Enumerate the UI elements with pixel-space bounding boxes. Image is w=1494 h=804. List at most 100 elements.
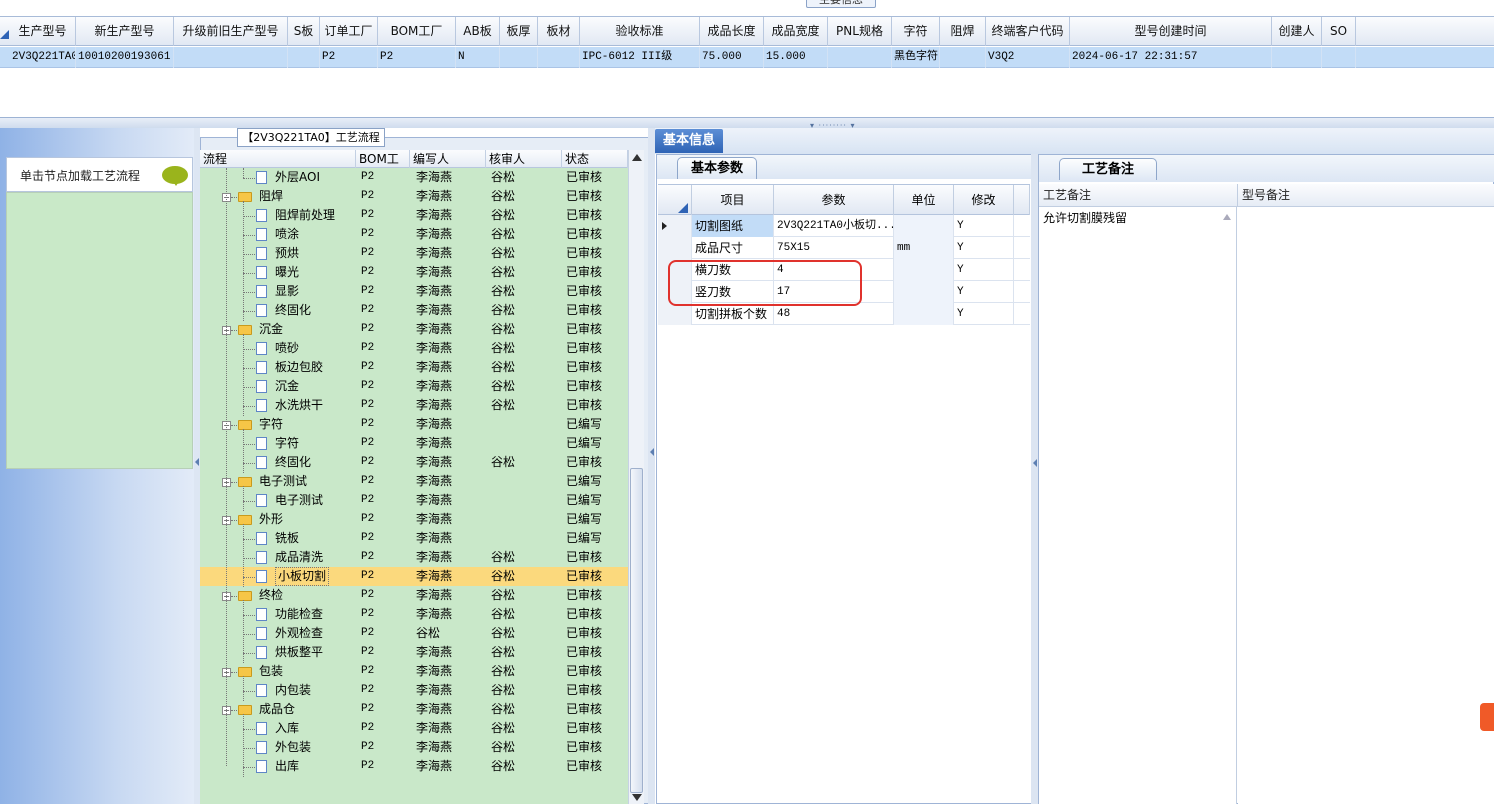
- grid-cell[interactable]: 2V3Q221TA0: [10, 47, 76, 68]
- params-row[interactable]: 切割图纸 2V3Q221TA0小板切... Y: [658, 215, 1030, 237]
- grid-col-header[interactable]: 升级前旧生产型号: [174, 17, 288, 46]
- flow-col-header[interactable]: 核审人: [486, 150, 562, 168]
- param-unit[interactable]: [894, 281, 954, 303]
- grid-cell[interactable]: 10010200193061: [76, 47, 174, 68]
- scroll-up-icon[interactable]: [632, 154, 642, 161]
- grid-cell[interactable]: [538, 47, 580, 68]
- grid-col-header[interactable]: AB板: [456, 17, 500, 46]
- tab-basic-info[interactable]: 基本信息: [655, 129, 723, 153]
- flow-row[interactable]: 字符 P2 李海燕 已编写: [200, 434, 628, 453]
- flow-col-header[interactable]: 状态: [562, 150, 628, 168]
- grid-cell[interactable]: [288, 47, 320, 68]
- grid-col-header[interactable]: 字符: [892, 17, 940, 46]
- param-unit[interactable]: [894, 303, 954, 325]
- grid-col-header[interactable]: 阻焊: [940, 17, 986, 46]
- note-scroll-up-icon[interactable]: [1223, 214, 1231, 220]
- flow-row[interactable]: 终固化 P2 李海燕 谷松 已审核: [200, 453, 628, 472]
- flow-row[interactable]: 成品清洗 P2 李海燕 谷松 已审核: [200, 548, 628, 567]
- flow-row[interactable]: 板边包胶 P2 李海燕 谷松 已审核: [200, 358, 628, 377]
- collapse-middle-icon[interactable]: [650, 448, 654, 456]
- process-flow-tree[interactable]: 外层AOI P2 李海燕 谷松 已审核 − 阻焊 P2 李海燕 谷松 已审核 阻焊前处理 P2 李海燕 谷松…: [200, 168, 628, 804]
- collapse-right-icon[interactable]: [1033, 459, 1037, 467]
- grid-col-header[interactable]: 订单工厂: [320, 17, 378, 46]
- grid-col-header[interactable]: 板厚: [500, 17, 538, 46]
- flow-row[interactable]: 出库 P2 李海燕 谷松 已审核: [200, 757, 628, 776]
- grid-cell[interactable]: P2: [378, 47, 456, 68]
- grid-col-header[interactable]: 生产型号: [10, 17, 76, 46]
- grid-col-header[interactable]: 板材: [538, 17, 580, 46]
- flow-row[interactable]: 外观检查 P2 谷松 谷松 已审核: [200, 624, 628, 643]
- grid-col-header[interactable]: SO: [1322, 17, 1356, 46]
- grid-cell[interactable]: [500, 47, 538, 68]
- flow-col-header[interactable]: BOM工厂: [356, 150, 410, 184]
- tab-basic-params[interactable]: 基本参数: [677, 157, 757, 179]
- flow-row[interactable]: − 电子测试 P2 李海燕 已编写: [200, 472, 628, 491]
- flow-col-header[interactable]: 流程: [200, 150, 356, 168]
- grid-col-header[interactable]: 型号创建时间: [1070, 17, 1272, 46]
- param-edit[interactable]: Y: [954, 303, 1014, 325]
- grid-cell[interactable]: 15.000: [764, 47, 828, 68]
- flow-row[interactable]: − 沉金 P2 李海燕 谷松 已审核: [200, 320, 628, 339]
- flow-row[interactable]: 曝光 P2 李海燕 谷松 已审核: [200, 263, 628, 282]
- flow-row[interactable]: 阻焊前处理 P2 李海燕 谷松 已审核: [200, 206, 628, 225]
- flow-row[interactable]: 沉金 P2 李海燕 谷松 已审核: [200, 377, 628, 396]
- grid-col-header[interactable]: PNL规格: [828, 17, 892, 46]
- flow-row[interactable]: 外层AOI P2 李海燕 谷松 已审核: [200, 168, 628, 187]
- grid-col-header[interactable]: BOM工厂: [378, 17, 456, 46]
- param-unit[interactable]: [894, 215, 954, 237]
- grid-col-header[interactable]: 成品长度: [700, 17, 764, 46]
- grid-col-header[interactable]: S板: [288, 17, 320, 46]
- param-edit[interactable]: Y: [954, 281, 1014, 303]
- grid-col-header[interactable]: 验收标准: [580, 17, 700, 46]
- param-edit[interactable]: Y: [954, 237, 1014, 259]
- flow-scrollbar[interactable]: [628, 150, 644, 804]
- grid-col-header[interactable]: 创建人: [1272, 17, 1322, 46]
- flow-row[interactable]: 喷涂 P2 李海燕 谷松 已审核: [200, 225, 628, 244]
- flow-row[interactable]: 水洗烘干 P2 李海燕 谷松 已审核: [200, 396, 628, 415]
- grid-cell[interactable]: [174, 47, 288, 68]
- grid-cell[interactable]: [1322, 47, 1356, 68]
- params-col-header[interactable]: 项目: [692, 185, 774, 215]
- grid-cell[interactable]: 黑色字符: [892, 47, 940, 68]
- grid-cell[interactable]: 2024-06-17 22:31:57: [1070, 47, 1272, 68]
- grid-cell[interactable]: IPC-6012 III级: [580, 47, 700, 68]
- flow-row[interactable]: 入库 P2 李海燕 谷松 已审核: [200, 719, 628, 738]
- middle-splitter[interactable]: [648, 128, 655, 804]
- flow-row[interactable]: 喷砂 P2 李海燕 谷松 已审核: [200, 339, 628, 358]
- param-edit[interactable]: Y: [954, 215, 1014, 237]
- param-unit[interactable]: [894, 259, 954, 281]
- flow-row[interactable]: − 阻焊 P2 李海燕 谷松 已审核: [200, 187, 628, 206]
- grid-cell[interactable]: 75.000: [700, 47, 764, 68]
- flow-row[interactable]: 终固化 P2 李海燕 谷松 已审核: [200, 301, 628, 320]
- grid-col-header[interactable]: 终端客户代码: [986, 17, 1070, 46]
- params-col-header[interactable]: 参数: [774, 185, 894, 215]
- params-row[interactable]: 成品尺寸 75X15 mm Y: [658, 237, 1030, 259]
- load-process-button[interactable]: 单击节点加载工艺流程: [6, 157, 193, 192]
- flow-row[interactable]: 预烘 P2 李海燕 谷松 已审核: [200, 244, 628, 263]
- params-row[interactable]: 切割拼板个数 48 Y: [658, 303, 1030, 325]
- collapse-left-icon[interactable]: [195, 458, 199, 466]
- flow-row[interactable]: 外包装 P2 李海燕 谷松 已审核: [200, 738, 628, 757]
- param-value[interactable]: 75X15: [774, 237, 894, 259]
- flow-row[interactable]: 烘板整平 P2 李海燕 谷松 已审核: [200, 643, 628, 662]
- flow-col-header[interactable]: 编写人: [410, 150, 486, 168]
- flow-row[interactable]: 电子测试 P2 李海燕 已编写: [200, 491, 628, 510]
- params-col-header[interactable]: 单位: [894, 185, 954, 215]
- param-unit[interactable]: mm: [894, 237, 954, 259]
- grid-cell[interactable]: [828, 47, 892, 68]
- scroll-thumb[interactable]: [630, 468, 643, 793]
- flow-row[interactable]: − 字符 P2 李海燕 已编写: [200, 415, 628, 434]
- right-splitter[interactable]: [1031, 154, 1038, 804]
- grid-cell[interactable]: [940, 47, 986, 68]
- param-edit[interactable]: Y: [954, 259, 1014, 281]
- horizontal-splitter[interactable]: [0, 118, 1494, 128]
- process-note-field[interactable]: 允许切割膜残留: [1039, 207, 1237, 804]
- grid-cell[interactable]: N: [456, 47, 500, 68]
- flow-row[interactable]: 显影 P2 李海燕 谷松 已审核: [200, 282, 628, 301]
- flow-row[interactable]: 小板切割 P2 李海燕 谷松 已审核: [200, 567, 628, 586]
- grid-cell[interactable]: V3Q2: [986, 47, 1070, 68]
- model-note-field[interactable]: [1238, 207, 1494, 804]
- grid-col-header[interactable]: 成品宽度: [764, 17, 828, 46]
- flow-row[interactable]: 功能检查 P2 李海燕 谷松 已审核: [200, 605, 628, 624]
- tab-process-notes[interactable]: 工艺备注: [1059, 158, 1157, 180]
